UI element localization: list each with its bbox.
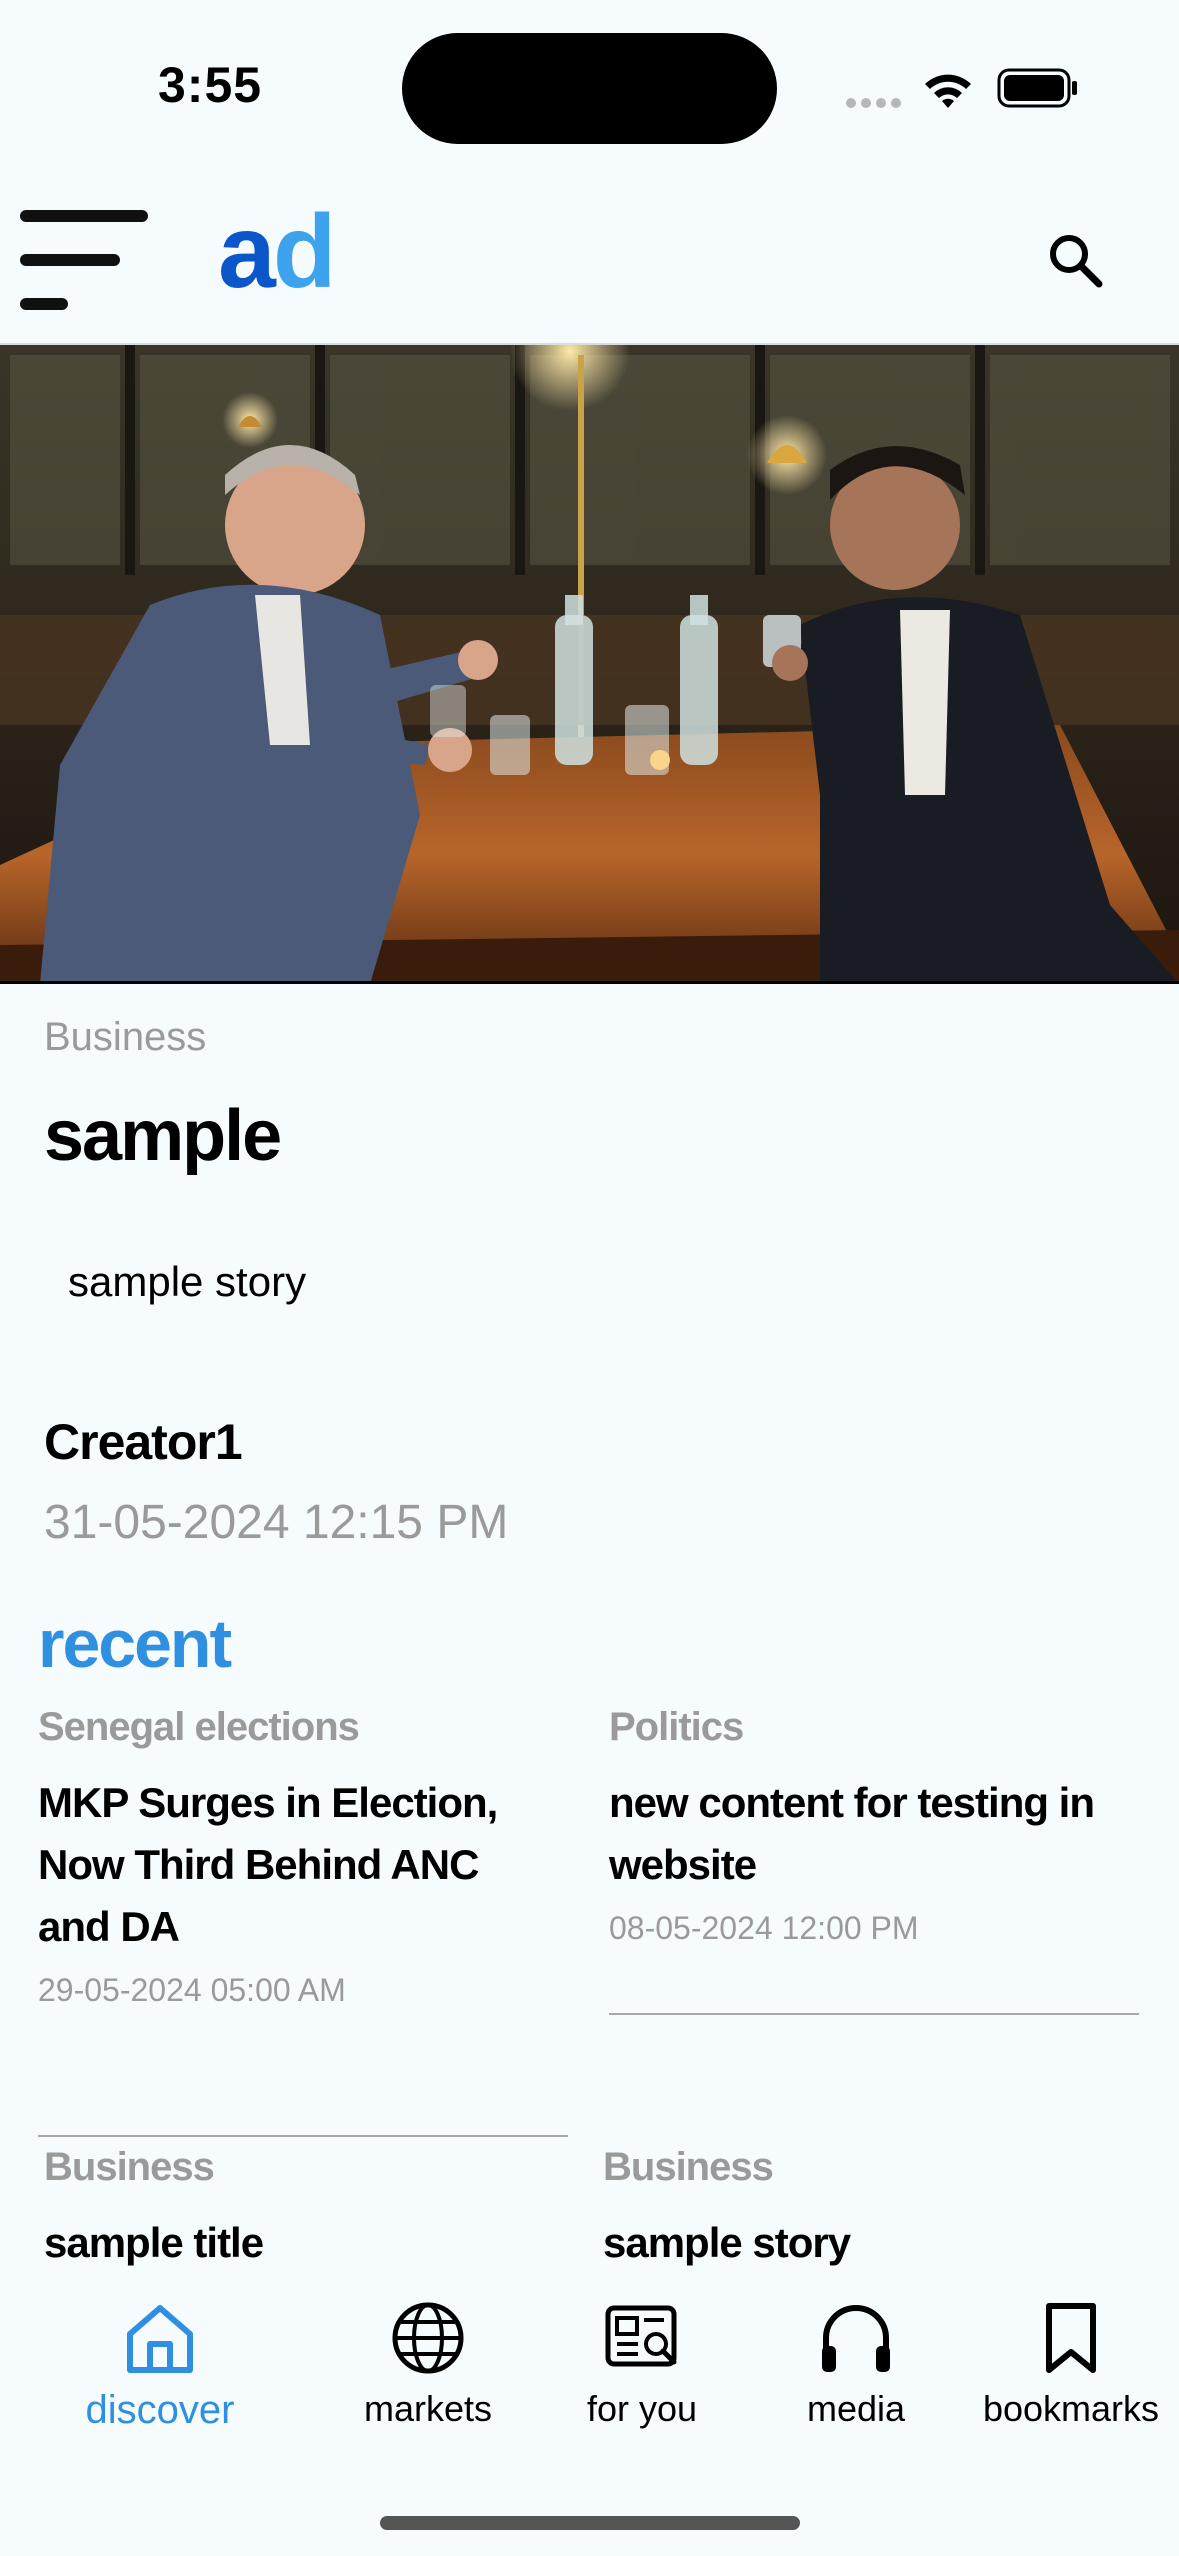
hero-image[interactable] [0,345,1179,984]
home-icon [127,2305,193,2373]
article-category: Business [44,1015,207,1059]
globe-icon [392,2302,464,2374]
article-story: sample story [68,1258,307,1305]
card-category: Business [44,2145,215,2189]
nav-label: discover [85,2388,235,2432]
card-date: 08-05-2024 12:00 PM [609,1910,919,1946]
card-divider [609,2013,1139,2015]
menu-icon[interactable] [20,210,150,310]
card-date: 29-05-2024 05:00 AM [38,1972,346,2008]
card-title: MKP Surges in Election, Now Third Behind… [38,1779,498,1950]
wifi-icon [925,74,971,108]
card-title: sample story [603,2219,851,2266]
app-bar [0,175,1179,345]
bookmark-icon [1046,2303,1096,2373]
dynamic-island [402,33,777,144]
nav-label: media [806,2388,906,2429]
card-category: Business [603,2145,774,2189]
recent-card[interactable]: Business sample story [603,2145,1133,2274]
nav-for-you[interactable]: for you [542,2298,742,2430]
recent-card[interactable]: Senegal elections MKP Surges in Election… [38,1705,558,2009]
nav-discover[interactable]: discover [60,2298,260,2433]
recent-card[interactable]: Business sample title [44,2145,564,2274]
card-title: new content for testing in website [609,1779,1095,1888]
nav-media[interactable]: media [756,2298,956,2430]
search-icon[interactable] [1045,230,1105,290]
nav-label: markets [363,2388,493,2429]
nav-markets[interactable]: markets [328,2298,528,2430]
recent-card[interactable]: Politics new content for testing in webs… [609,1705,1139,1947]
nav-label: bookmarks [982,2388,1160,2429]
nav-label: for you [586,2388,698,2429]
card-divider [38,2135,568,2137]
article-title[interactable]: sample [44,1095,282,1177]
logo-letter-a: a [218,194,276,310]
recent-heading: recent [38,1606,232,1682]
article-date: 31-05-2024 12:15 PM [44,1496,509,1549]
app-logo[interactable]: ad [218,200,336,304]
logo-letter-d: d [272,194,337,310]
card-category: Senegal elections [38,1705,360,1749]
hero-photo-illustration [0,345,1179,981]
cellular-signal-icon [846,95,906,113]
status-time: 3:55 [158,57,263,113]
news-search-icon [605,2305,677,2367]
home-indicator[interactable] [380,2516,800,2530]
article-author: Creator1 [44,1414,243,1470]
card-title: sample title [44,2219,264,2266]
status-bar: 3:55 [0,0,1179,175]
card-category: Politics [609,1705,744,1749]
battery-icon [997,68,1077,108]
nav-bookmarks[interactable]: bookmarks [966,2298,1176,2430]
headphones-icon [822,2305,890,2372]
bottom-navigation: discover markets for you media bookmarks [0,2278,1179,2556]
